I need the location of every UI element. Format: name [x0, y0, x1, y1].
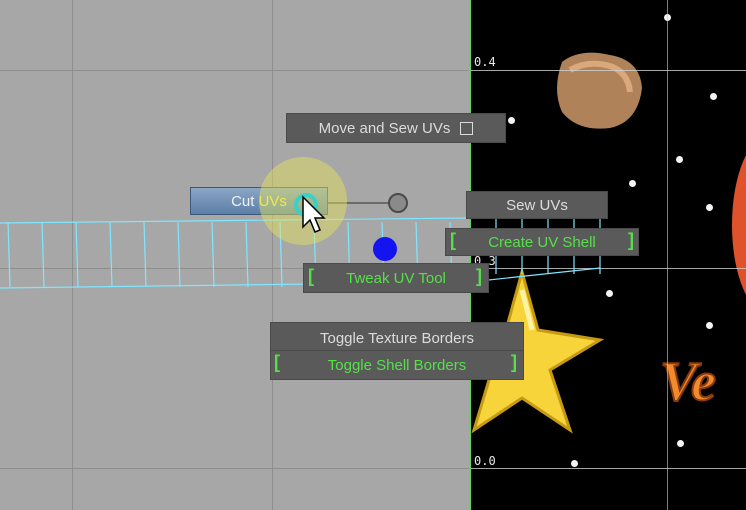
cut-uvs-item[interactable]: Cut UVs: [190, 187, 328, 215]
grid-line: [72, 0, 73, 510]
sparkle: [710, 93, 717, 100]
texture-text: Ve: [660, 351, 716, 413]
sparkle: [629, 180, 636, 187]
bracket-right-icon: ]: [476, 266, 482, 286]
move-and-sew-label: Move and Sew UVs: [318, 119, 451, 137]
bracket-right-icon: ]: [511, 352, 517, 372]
checkbox-icon[interactable]: [460, 121, 474, 135]
move-and-sew-uvs-item[interactable]: Move and Sew UVs: [287, 114, 505, 142]
texture-grid-line: [470, 70, 746, 71]
toggle-texture-borders-item[interactable]: Toggle Texture Borders: [271, 323, 523, 353]
tweak-uv-tool-label: Tweak UV Tool: [346, 269, 446, 287]
texture-grid-line: [470, 468, 746, 469]
sparkle: [676, 156, 683, 163]
texture-image: Ve: [470, 0, 746, 510]
bracket-left-icon: [: [308, 266, 314, 286]
cut-uvs-highlight: UVs: [258, 192, 287, 210]
grid-line: [272, 0, 273, 510]
tweak-uv-tool-item[interactable]: Tweak UV Tool: [304, 264, 488, 292]
sparkle: [677, 440, 684, 447]
planet-shape: [732, 155, 746, 295]
create-uv-shell-item[interactable]: Create UV Shell: [446, 229, 638, 255]
sew-uvs-label: Sew UVs: [506, 196, 568, 214]
cut-label: Cut: [231, 192, 255, 210]
uv-viewport-background[interactable]: [0, 0, 470, 510]
sparkle: [706, 204, 713, 211]
texture-grid-line: [470, 268, 746, 269]
texture-art: Ve: [470, 52, 746, 434]
uv-axis-label-04: 0.4: [474, 55, 496, 69]
bracket-left-icon: [: [450, 230, 456, 250]
sparkle: [706, 322, 713, 329]
texture-grid-line: [667, 0, 668, 510]
create-uv-shell-label: Create UV Shell: [488, 233, 596, 251]
sew-uvs-item[interactable]: Sew UVs: [467, 192, 607, 218]
sparkle: [508, 117, 515, 124]
sparkle: [606, 290, 613, 297]
bracket-left-icon: [: [274, 352, 280, 372]
sparkle: [571, 460, 578, 467]
uv-tile-border: [469, 0, 471, 510]
toggle-texture-borders-label: Toggle Texture Borders: [320, 329, 474, 347]
toggle-shell-borders-label: Toggle Shell Borders: [327, 356, 467, 374]
toggle-shell-borders-item[interactable]: Toggle Shell Borders: [271, 351, 523, 379]
uv-axis-label-00: 0.0: [474, 454, 496, 468]
bracket-right-icon: ]: [628, 230, 634, 250]
